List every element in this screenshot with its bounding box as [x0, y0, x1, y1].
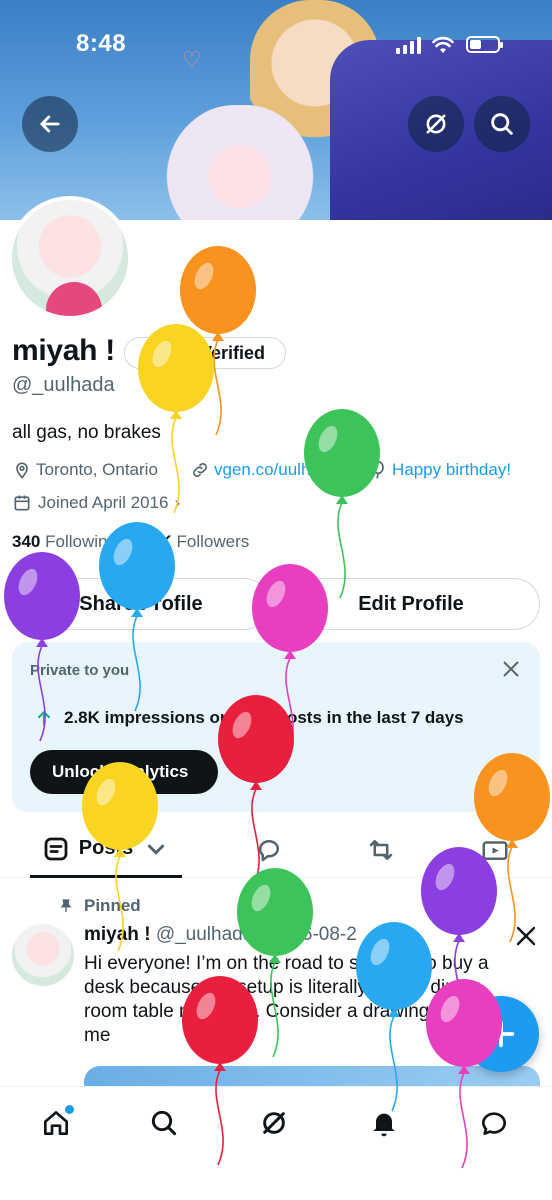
nav-home[interactable] [36, 1103, 76, 1143]
plus-icon [487, 1020, 515, 1048]
post-author[interactable]: miyah ! [84, 924, 151, 945]
post-date: 2026-08-2 [270, 924, 357, 945]
impressions-text: 2.8K impressions on your posts in the la… [64, 708, 464, 727]
location-pin-icon [16, 462, 28, 479]
post-text: Hi everyone! I’m on the road to save up … [84, 953, 489, 1046]
grok-button[interactable] [408, 96, 464, 152]
grok-icon [263, 1112, 285, 1134]
profile-tabs: Posts [0, 822, 552, 878]
nav-messages[interactable] [474, 1103, 514, 1143]
tab-media[interactable] [470, 822, 520, 878]
profile-joined[interactable]: Joined April 2016 › [12, 493, 180, 513]
x-logo-icon [516, 926, 536, 946]
nav-search[interactable] [144, 1103, 184, 1143]
grok-icon [426, 114, 446, 134]
chevron-down-icon [147, 843, 165, 855]
pinned-label: Pinned [84, 896, 141, 915]
profile-bio: all gas, no brakes [12, 422, 161, 443]
balloon [304, 409, 380, 599]
edit-profile-button[interactable]: Edit Profile [282, 578, 540, 630]
status-time: 8:48 [76, 30, 127, 57]
media-icon [482, 841, 508, 860]
post-avatar[interactable] [12, 924, 74, 986]
tab-posts[interactable]: Posts [30, 822, 182, 878]
profile-birthday[interactable]: Happy birthday! [368, 458, 511, 482]
location-text: Toronto, Ontario [36, 460, 158, 479]
analytics-card: Private to you 2.8K impressions on your … [12, 642, 540, 812]
nav-grok[interactable] [254, 1103, 294, 1143]
search-icon [151, 1110, 177, 1136]
post-handle[interactable]: @_uulhada [156, 924, 253, 945]
reply-icon [259, 840, 279, 862]
pinned-indicator: Pinned [58, 896, 141, 916]
posts-icon [44, 837, 68, 860]
bottom-nav [0, 1086, 552, 1200]
private-label: Private to you [30, 662, 130, 679]
unlock-analytics-button[interactable]: Unlock Analytics [30, 750, 218, 794]
tab-replies[interactable] [244, 822, 294, 878]
nav-notifications[interactable] [364, 1103, 404, 1143]
followers-count[interactable]: 2.6K [136, 532, 172, 551]
link-text[interactable]: vgen.co/uulhada [214, 460, 339, 480]
repost-icon [369, 840, 393, 860]
search-button[interactable] [474, 96, 530, 152]
compose-button[interactable] [463, 996, 539, 1072]
post-header: miyah ! @_uulhada · 2026-08-2 [84, 924, 357, 945]
following-label[interactable]: Following [45, 532, 117, 551]
bell-icon [373, 1113, 395, 1137]
profile-name: miyah ! [12, 334, 115, 367]
wifi-icon [432, 36, 454, 53]
tab-posts-label[interactable]: Posts [79, 837, 133, 860]
link-icon [193, 463, 207, 477]
pin-icon [60, 899, 72, 912]
birthday-text[interactable]: Happy birthday! [392, 460, 511, 480]
calendar-icon [14, 495, 30, 511]
followers-label[interactable]: Followers [176, 532, 249, 551]
profile-avatar[interactable] [8, 196, 132, 320]
signal-icon [396, 36, 421, 54]
impressions-row: 2.8K impressions on your posts in the la… [34, 708, 464, 728]
search-icon [491, 113, 513, 135]
arrow-up-icon [37, 711, 51, 726]
arrow-left-icon [40, 115, 60, 133]
notification-dot [65, 1105, 74, 1114]
share-profile-button[interactable]: Share Profile [12, 578, 270, 630]
follow-counts[interactable]: 340 Following 2.6K Followers [12, 532, 249, 552]
following-count[interactable]: 340 [12, 532, 40, 551]
message-icon [482, 1112, 507, 1135]
joined-text: Joined April 2016 [38, 493, 169, 512]
profile-handle: @_uulhada [12, 374, 115, 396]
back-button[interactable] [22, 96, 78, 152]
profile-link[interactable]: vgen.co/uulhada [190, 458, 339, 482]
chevron-right-icon: › [174, 493, 181, 512]
get-verified-button[interactable]: Verified [124, 337, 286, 369]
battery-icon [466, 36, 503, 53]
tab-reposts[interactable] [356, 822, 406, 878]
status-bar: 8:48 [0, 28, 552, 62]
balloon-icon [372, 460, 384, 479]
profile-location: Toronto, Ontario [12, 458, 158, 482]
close-icon[interactable] [500, 658, 522, 680]
